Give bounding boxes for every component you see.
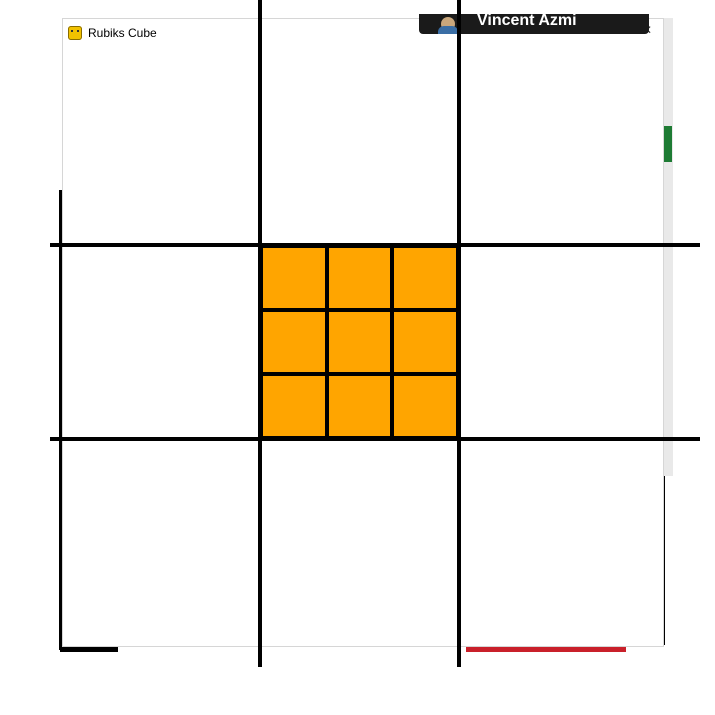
sticker-r0-c0[interactable] [263, 248, 325, 308]
pygame-snake-icon [68, 25, 82, 40]
sticker-r1-c0[interactable] [263, 312, 325, 372]
cube-face-center[interactable] [260, 245, 459, 439]
background-green-tab [663, 126, 672, 162]
user-name: Vincent Azmi [477, 14, 577, 29]
sticker-r1-c2[interactable] [394, 312, 456, 372]
sticker-r2-c1[interactable] [328, 376, 391, 436]
sticker-r0-c2[interactable] [394, 248, 456, 308]
sticker-r1-c1[interactable] [328, 312, 391, 372]
user-badge: Vincent Azmi [419, 14, 649, 34]
sticker-r2-c2[interactable] [394, 376, 456, 436]
sticker-r2-c0[interactable] [263, 376, 325, 436]
user-avatar-icon [438, 17, 458, 34]
sticker-r0-c1[interactable] [328, 248, 391, 308]
window-title: Rubiks Cube [88, 25, 157, 40]
